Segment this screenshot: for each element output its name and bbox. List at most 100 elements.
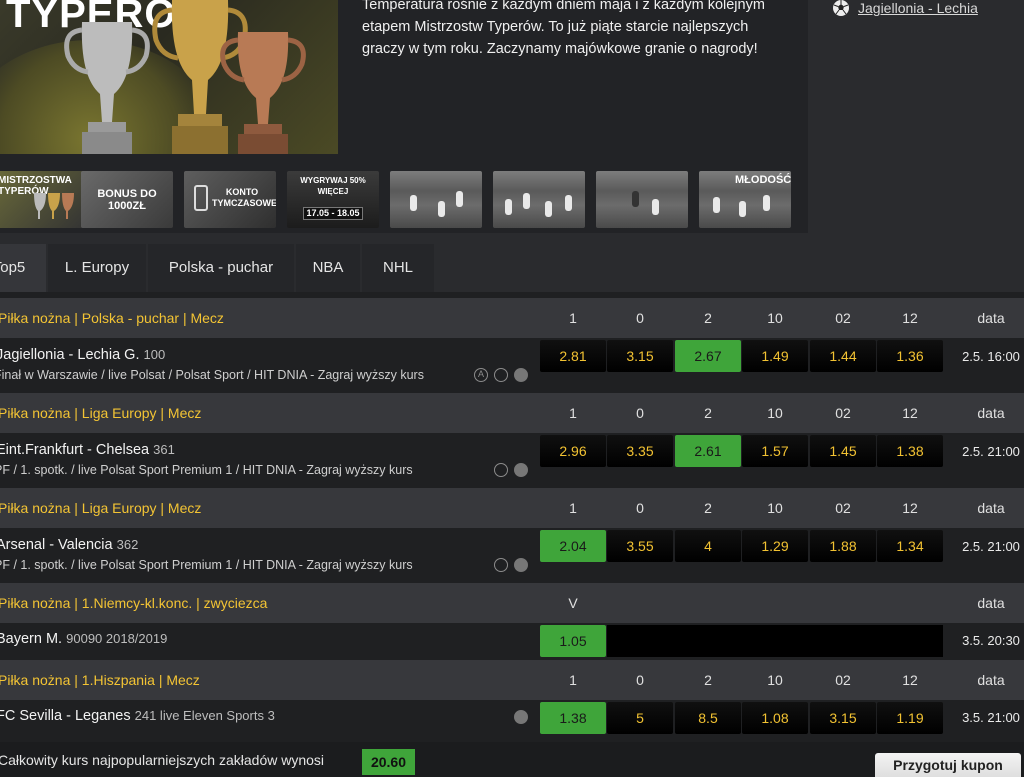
thumbnail-label: BONUS DO 1000ZŁ [97, 188, 157, 212]
league-label: Piłka nożna | Liga Europy | Mecz [0, 405, 202, 421]
clock-icon[interactable] [494, 463, 508, 477]
odd-button[interactable]: 3.15 [810, 702, 876, 734]
odds-col-label: 12 [902, 310, 918, 326]
event-code: 241 live Eleven Sports 3 [134, 708, 275, 723]
thumbnail-label: WYGRYWAJ 50% WIĘCEJ [300, 176, 366, 196]
thumbnail-match-1[interactable] [390, 171, 482, 228]
thumbnail-mistrzostwa[interactable]: MISTRZOSTWA TYPERÓW [0, 171, 86, 228]
odd-button[interactable]: 1.49 [742, 340, 808, 372]
odds-col-label: 1 [569, 310, 577, 326]
odd-button[interactable]: 5 [607, 702, 673, 734]
stats-icon[interactable] [514, 710, 528, 724]
odd-button[interactable]: 1.36 [877, 340, 943, 372]
a-icon[interactable]: A [474, 368, 488, 382]
odds-col-label: 0 [636, 405, 644, 421]
odd-button[interactable]: 3.15 [607, 340, 673, 372]
league-label: Piłka nożna | 1.Niemcy-kl.konc. | zwycie… [0, 595, 268, 611]
date-col-label: data [977, 672, 1005, 688]
odds-col-label: 1 [569, 672, 577, 688]
odd-button[interactable]: 1.05 [540, 625, 606, 657]
tab-liga-europy[interactable]: L. Europy [48, 244, 146, 292]
odd-button[interactable]: 1.19 [877, 702, 943, 734]
odd-button[interactable]: 4 [675, 530, 741, 562]
date-col-label: data [977, 310, 1005, 326]
odd-button[interactable]: 1.45 [810, 435, 876, 467]
thumbnail-bonus[interactable]: BONUS DO 1000ZŁ [81, 171, 173, 228]
odd-button[interactable]: 2.96 [540, 435, 606, 467]
date-col-label: data [977, 595, 1005, 611]
thumbnail-match-4[interactable]: MŁODOŚĆ [699, 171, 791, 228]
odd-button[interactable]: 1.34 [877, 530, 943, 562]
event-row: Eint.Frankfurt - Chelsea 361 PF / 1. spo… [0, 433, 1024, 483]
odd-button[interactable]: 8.5 [675, 702, 741, 734]
odd-button[interactable]: 3.55 [607, 530, 673, 562]
odd-button[interactable]: 1.08 [742, 702, 808, 734]
odds-col-label: 0 [636, 500, 644, 516]
side-match-link[interactable]: Jagiellonia - Lechia [858, 0, 978, 16]
odd-button[interactable]: 3.35 [607, 435, 673, 467]
event-block: Piłka nożna | Liga Europy | Mecz 1 0 2 1… [0, 393, 1024, 483]
tab-polska-puchar[interactable]: Polska - puchar [148, 244, 294, 292]
event-code: 362 [116, 537, 139, 552]
odds-col-label: 10 [767, 672, 783, 688]
event-date: 2.5. 21:00 [962, 444, 1020, 459]
stats-icon[interactable] [514, 558, 528, 572]
sport-tabs: Top5 L. Europy Polska - puchar NBA NHL [0, 244, 1024, 292]
clock-icon[interactable] [494, 368, 508, 382]
event-teams[interactable]: Jagiellonia - Lechia G. 100 [0, 347, 165, 363]
tab-nhl[interactable]: NHL [362, 244, 434, 292]
event-date: 3.5. 20:30 [962, 633, 1020, 648]
event-row: Jagiellonia - Lechia G. 100 Finał w Wars… [0, 338, 1024, 388]
odds-col-label: 0 [636, 672, 644, 688]
odd-button[interactable]: 1.88 [810, 530, 876, 562]
tab-nba[interactable]: NBA [296, 244, 360, 292]
event-info: PF / 1. spotk. / live Polsat Sport Premi… [0, 558, 413, 572]
thumbnail-date: 17.05 - 18.05 [303, 207, 363, 220]
event-block: Piłka nożna | 1.Niemcy-kl.konc. | zwycie… [0, 583, 1024, 657]
event-teams[interactable]: Eint.Frankfurt - Chelsea 361 [0, 442, 175, 458]
event-row: Arsenal - Valencia 362 PF / 1. spotk. / … [0, 528, 1024, 578]
odd-button[interactable]: 1.38 [540, 702, 606, 734]
event-header: Piłka nożna | Polska - puchar | Mecz 1 0… [0, 298, 1024, 338]
odds-col-label: 10 [767, 500, 783, 516]
stats-icon[interactable] [514, 368, 528, 382]
event-teams[interactable]: Arsenal - Valencia 362 [0, 537, 138, 553]
odds-col-label: 1 [569, 500, 577, 516]
prepare-coupon-button[interactable]: Przygotuj kupon [875, 753, 1021, 777]
odd-button[interactable]: 2.81 [540, 340, 606, 372]
odd-button[interactable]: 2.67 [675, 340, 741, 372]
odd-button[interactable]: 1.44 [810, 340, 876, 372]
event-header: Piłka nożna | Liga Europy | Mecz 1 0 2 1… [0, 488, 1024, 528]
event-row: Bayern M. 90090 2018/2019 1.05 3.5. 20:3… [0, 623, 1024, 657]
odds-col-label: 12 [902, 405, 918, 421]
odd-button[interactable]: 2.61 [675, 435, 741, 467]
tab-top5[interactable]: Top5 [0, 244, 46, 292]
thumbnail-konto[interactable]: KONTO TYMCZASOWE [184, 171, 276, 228]
event-code: 100 [143, 347, 166, 362]
event-teams[interactable]: Bayern M. 90090 2018/2019 [0, 631, 167, 647]
thumbnail-match-2[interactable] [493, 171, 585, 228]
event-date: 3.5. 21:00 [962, 710, 1020, 725]
total-odds-value: 20.60 [362, 749, 415, 775]
hero-image[interactable]: TYPERÓW [0, 0, 338, 154]
total-odds-label: Całkowity kurs najpopularniejszych zakła… [0, 752, 325, 768]
odd-button[interactable]: 1.57 [742, 435, 808, 467]
event-teams[interactable]: FC Sevilla - Leganes 241 live Eleven Spo… [0, 708, 275, 724]
odds-col-label: 10 [767, 405, 783, 421]
clock-icon[interactable] [494, 558, 508, 572]
odd-button[interactable]: 2.04 [540, 530, 606, 562]
odd-button[interactable]: 1.38 [877, 435, 943, 467]
thumbnail-label: KONTO TYMCZASOWE [212, 187, 276, 208]
thumbnail-match-3[interactable] [596, 171, 688, 228]
event-block: Piłka nożna | 1.Hiszpania | Mecz 1 0 2 1… [0, 660, 1024, 736]
thumbnail-wygrywaj[interactable]: WYGRYWAJ 50% WIĘCEJ 17.05 - 18.05 [287, 171, 379, 228]
odds-col-label: 02 [835, 500, 851, 516]
odd-button[interactable]: 1.29 [742, 530, 808, 562]
stats-icon[interactable] [514, 463, 528, 477]
odds-col-label: 1 [569, 405, 577, 421]
odds-col-label: 10 [767, 310, 783, 326]
odds-col-label: 2 [704, 405, 712, 421]
odds-col-label: V [568, 595, 578, 611]
event-header: Piłka nożna | Liga Europy | Mecz 1 0 2 1… [0, 393, 1024, 433]
odds-col-label: 02 [835, 405, 851, 421]
